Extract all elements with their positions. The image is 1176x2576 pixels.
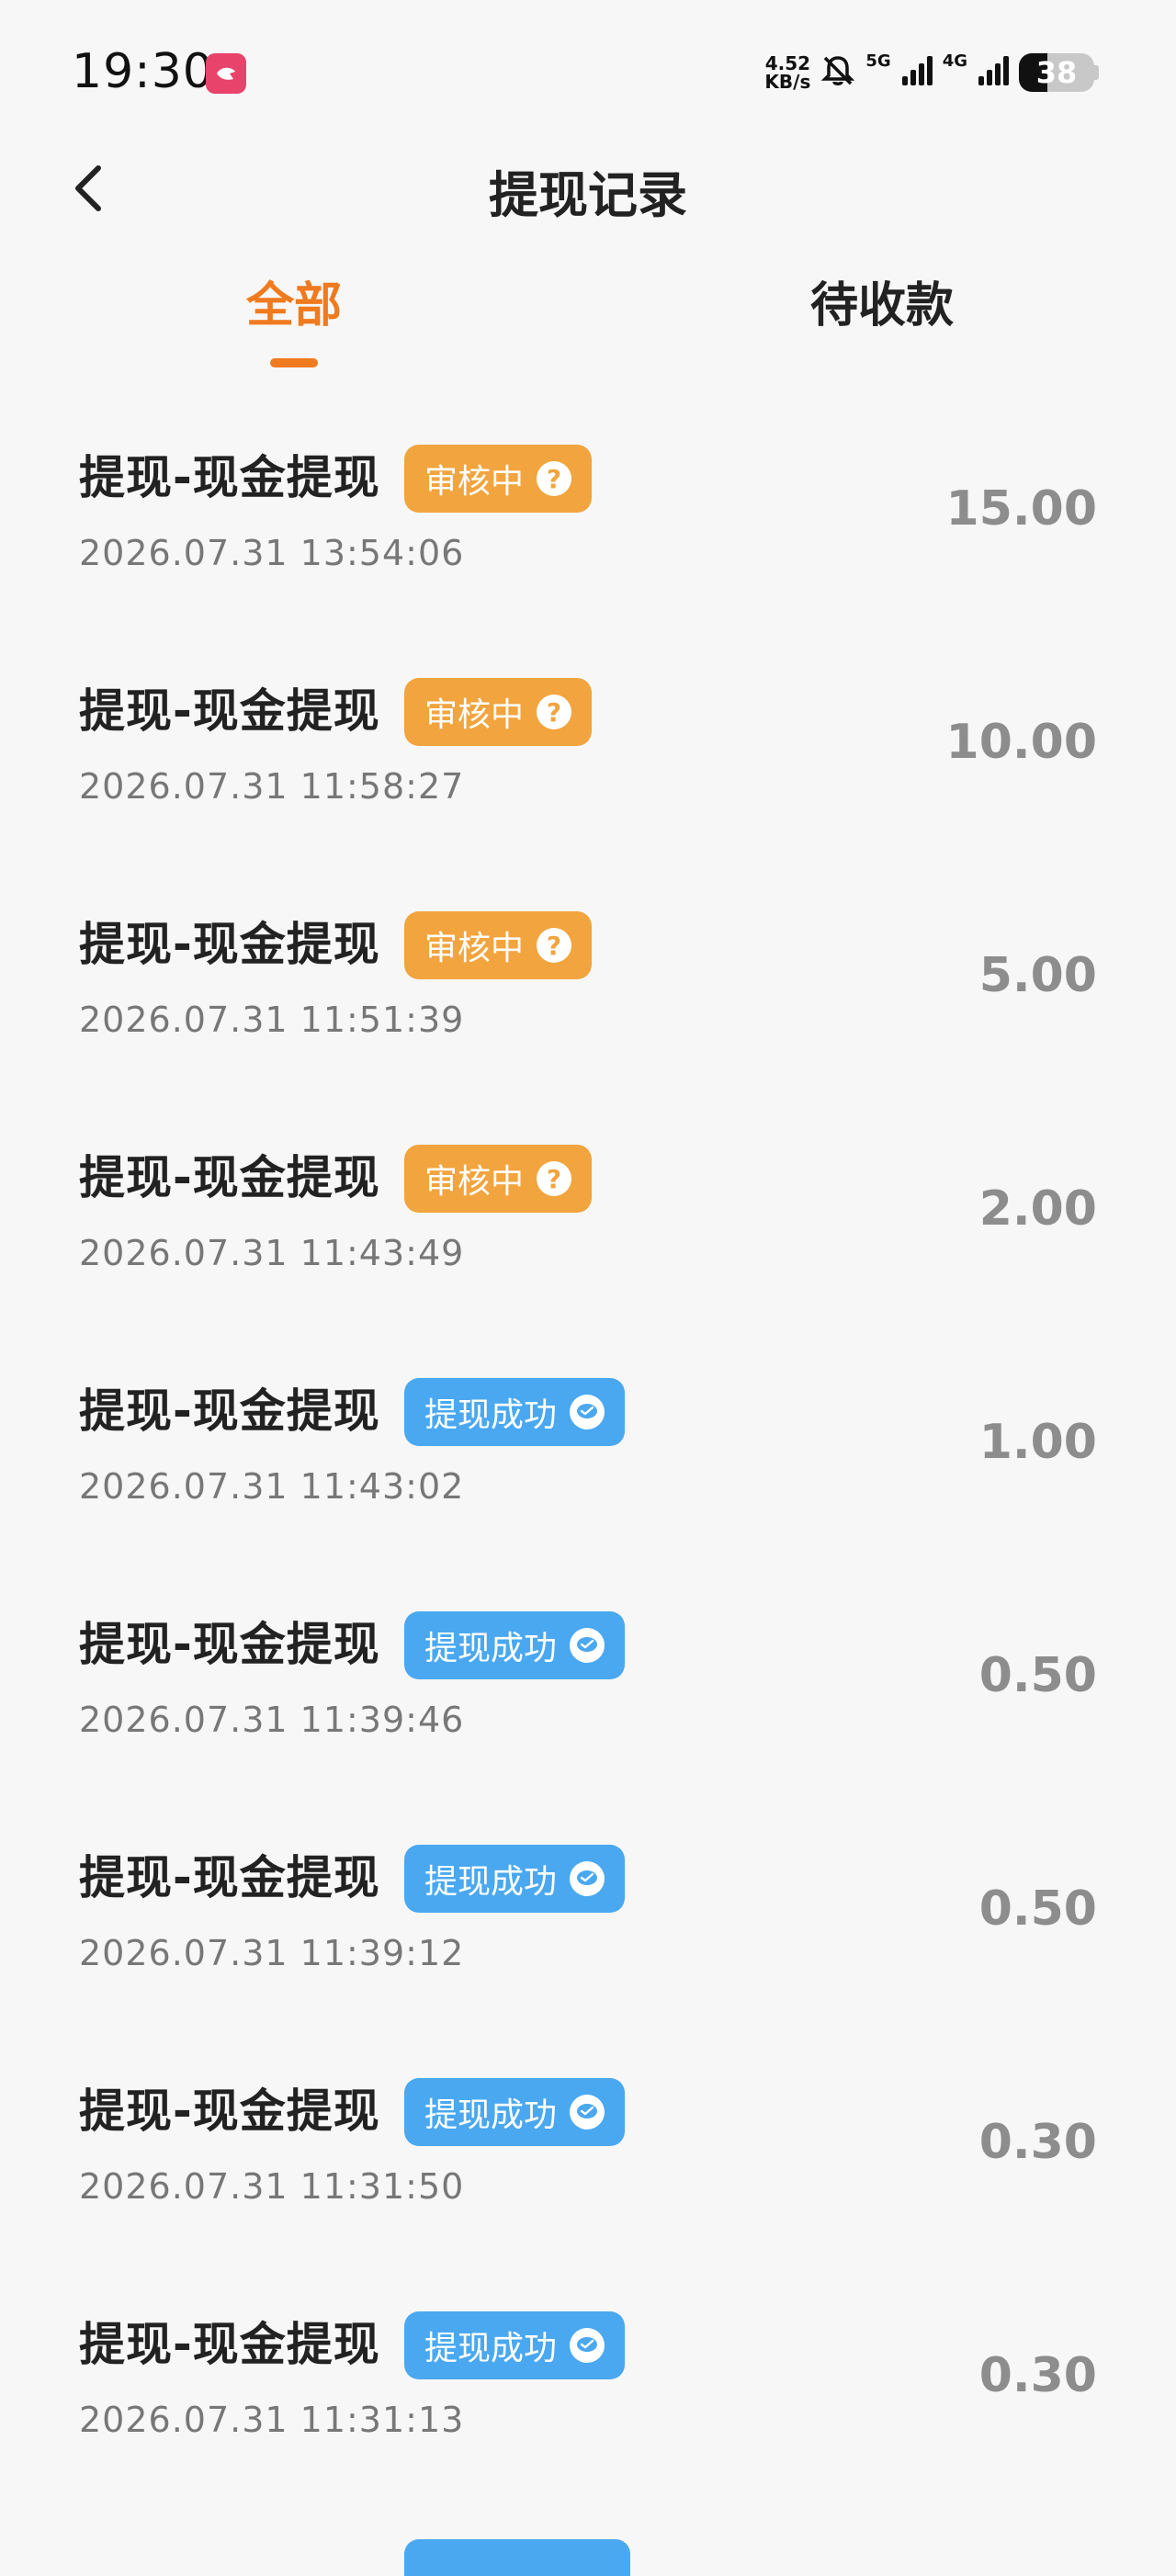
wechat-icon [570,2328,605,2363]
battery-level: 38 [1035,55,1078,90]
record-title: 提现-现金提现 [79,684,380,738]
wechat-icon [570,2095,605,2130]
record-time: 2026.07.31 11:31:50 [79,2166,465,2207]
record-title: 提现-现金提现 [79,2318,380,2371]
signal-4g-icon [977,54,1010,91]
wechat-icon [570,1861,605,1896]
status-badge-label: 审核中 [424,463,525,501]
network-speed-unit: KB/s [764,71,811,93]
record-amount: 0.30 [978,2115,1097,2170]
app-notification-icon [206,53,246,94]
record-title: 提现-现金提现 [79,451,380,504]
status-badge[interactable]: 提现成功 [404,2311,626,2379]
record-row[interactable]: 提现-现金提现 审核中? 2026.07.31 11:51:39 5.00 [0,862,1176,1095]
record-title: 提现-现金提现 [79,1384,380,1438]
record-title: 提现-现金提现 [79,1851,380,1904]
status-badge[interactable]: 审核中? [404,445,593,513]
record-time: 2026.07.31 11:31:13 [79,2400,465,2440]
status-badge-label: 提现成功 [424,2330,558,2367]
record-row[interactable]: 提现-现金提现 审核中? 2026.07.31 13:54:06 15.00 [0,395,1176,628]
wechat-icon [570,1628,605,1663]
status-badge-label: 提现成功 [424,1396,558,1434]
tab-pending[interactable]: 待收款 [744,266,1020,377]
battery-icon: 38 [1019,53,1099,92]
question-icon: ? [537,695,572,729]
record-row[interactable]: 提现-现金提现 提现成功 2026.07.31 11:39:12 0.50 [0,1795,1176,2028]
network-5g-label: 5G [865,51,891,71]
question-icon: ? [537,461,572,496]
question-icon: ? [537,928,572,963]
record-amount: 15.00 [945,481,1097,537]
record-time: 2026.07.31 11:39:12 [79,1933,465,1973]
status-badge-label: 提现成功 [424,1863,558,1901]
status-badge-label: 提现成功 [424,1630,558,1667]
record-amount: 5.00 [978,948,1097,1003]
tab-active-indicator [270,358,318,367]
status-badge-label: 审核中 [424,696,525,734]
record-title: 提现-现金提现 [79,1618,380,1671]
battery-cap [1094,65,1099,80]
status-bar: 19:30 4.52 KB/s 5G 4G 38 [0,0,1176,138]
tab-all-indicator-wrap [156,266,432,377]
record-title: 提现-现金提现 [79,1151,380,1204]
record-title: 提现-现金提现 [79,2085,380,2138]
battery-body: 38 [1019,53,1094,92]
record-row[interactable]: 提现-现金提现 审核中? 2026.07.31 11:58:27 10.00 [0,628,1176,862]
record-time: 2026.07.31 11:43:02 [79,1466,465,1507]
signal-5g-icon [900,54,933,91]
record-row[interactable]: 提现-现金提现 审核中? 2026.07.31 11:43:49 2.00 [0,1095,1176,1328]
status-indicators: 4.52 KB/s 5G 4G 38 [764,50,1099,96]
partial-status-badge [404,2539,630,2576]
record-title: 提现-现金提现 [79,918,380,971]
record-list: 提现-现金提现 审核中? 2026.07.31 13:54:06 15.00 提现-现金… [0,395,1176,2495]
mute-icon [820,52,856,93]
status-badge-label: 审核中 [424,1163,525,1201]
record-row[interactable]: 提现-现金提现 提现成功 2026.07.31 11:39:46 0.50 [0,1562,1176,1795]
status-badge-label: 审核中 [424,930,525,967]
tab-bar: 全部 待收款 [0,266,1176,386]
status-badge[interactable]: 审核中? [404,678,593,746]
record-time: 2026.07.31 13:54:06 [79,533,465,573]
record-row[interactable]: 提现-现金提现 提现成功 2026.07.31 11:31:13 0.30 [0,2262,1176,2495]
page-title: 提现记录 [489,166,687,224]
network-speed-value: 4.52 [764,52,811,74]
status-badge[interactable]: 提现成功 [404,1845,626,1913]
record-time: 2026.07.31 11:39:46 [79,1700,465,1740]
nav-bar: 提现记录 [0,138,1176,239]
status-badge[interactable]: 审核中? [404,911,593,979]
record-amount: 0.30 [978,2348,1097,2403]
record-amount: 0.50 [978,1881,1097,1937]
record-amount: 0.50 [978,1648,1097,1703]
record-amount: 2.00 [978,1181,1097,1237]
record-amount: 10.00 [945,715,1097,770]
network-4g-label: 4G [942,51,967,71]
record-time: 2026.07.31 11:51:39 [79,1000,465,1040]
wechat-icon [570,1395,605,1429]
record-row[interactable]: 提现-现金提现 提现成功 2026.07.31 11:43:02 1.00 [0,1328,1176,1562]
record-amount: 1.00 [978,1415,1097,1470]
status-time: 19:30 [72,44,214,99]
question-icon: ? [537,1161,572,1196]
status-badge-label: 提现成功 [424,2096,558,2134]
status-badge[interactable]: 提现成功 [404,1611,626,1679]
status-badge[interactable]: 提现成功 [404,1378,626,1446]
network-speed: 4.52 KB/s [764,54,810,91]
record-time: 2026.07.31 11:58:27 [79,766,465,807]
status-badge[interactable]: 提现成功 [404,2078,626,2146]
record-row[interactable]: 提现-现金提现 提现成功 2026.07.31 11:31:50 0.30 [0,2028,1176,2262]
record-time: 2026.07.31 11:43:49 [79,1233,465,1273]
status-badge[interactable]: 审核中? [404,1145,593,1213]
